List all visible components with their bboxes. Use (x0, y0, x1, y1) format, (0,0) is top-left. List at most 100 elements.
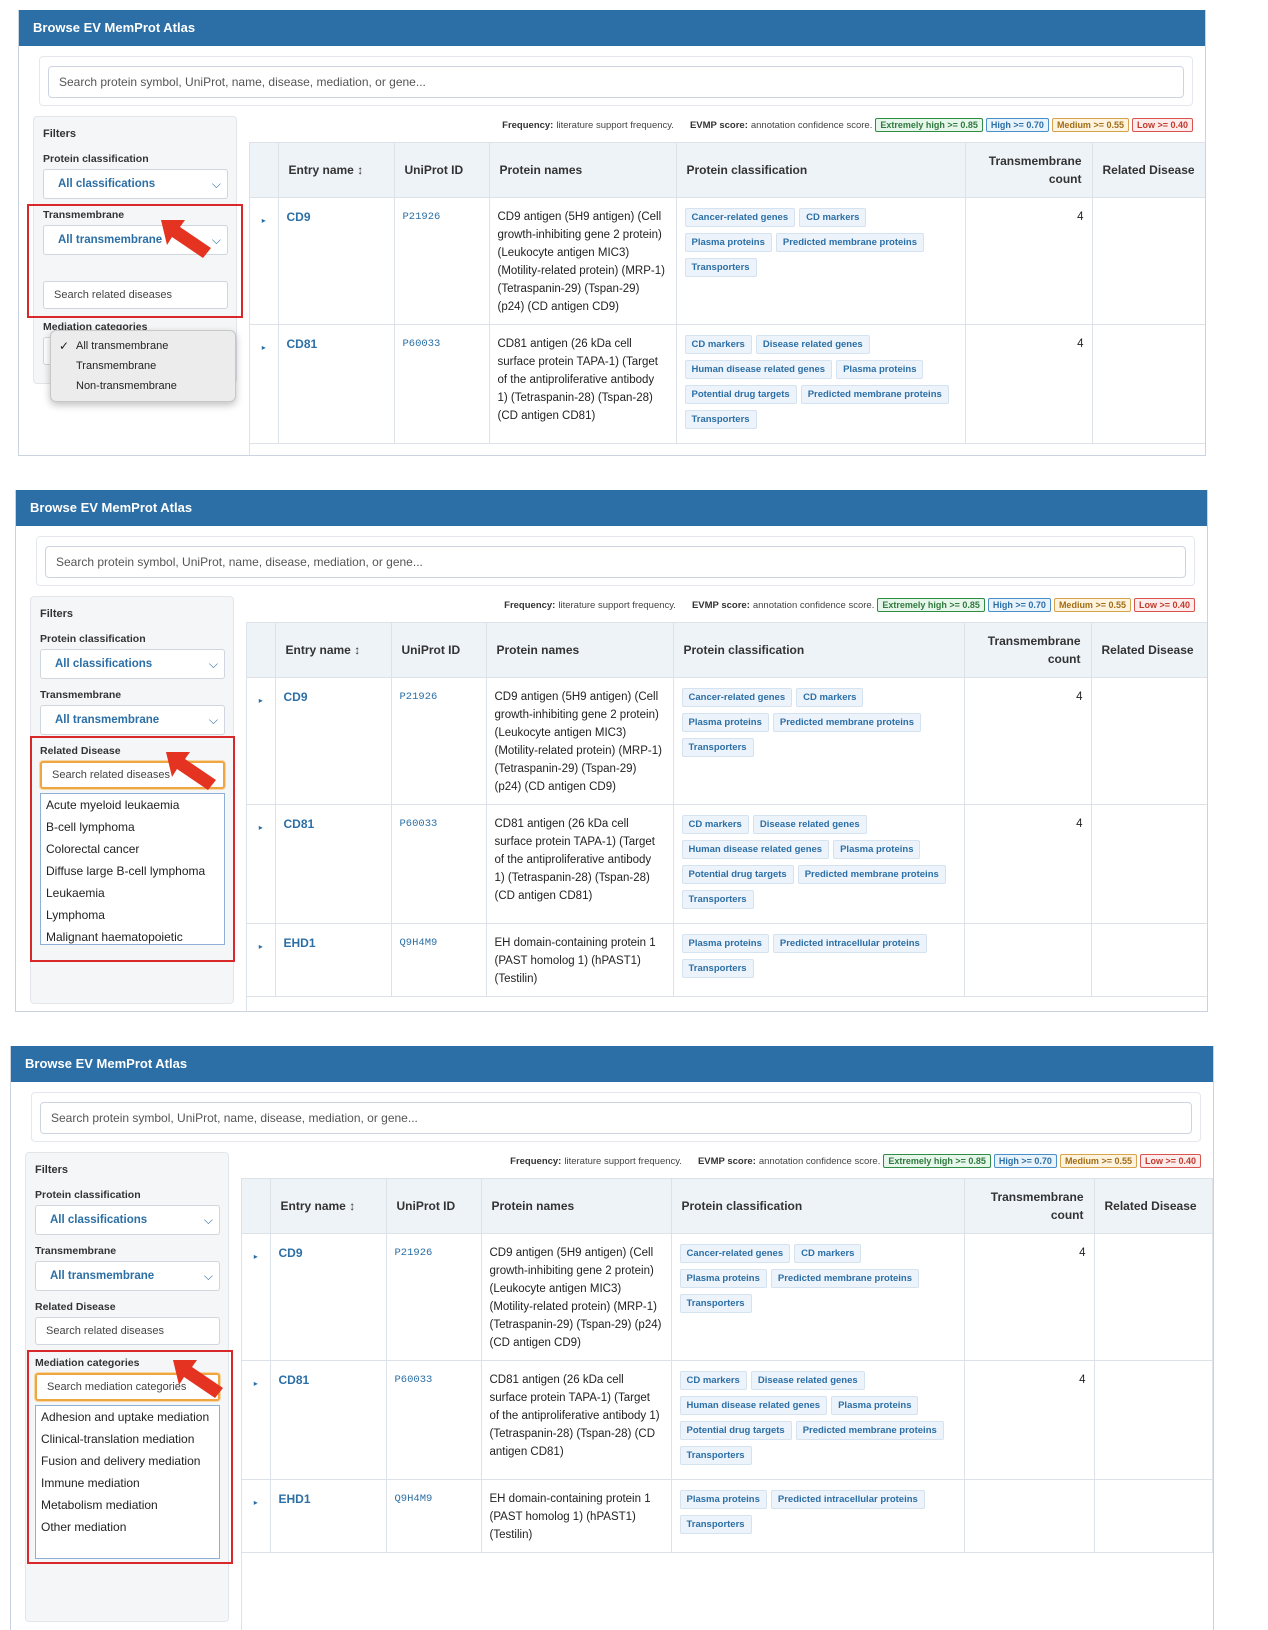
classification-tag[interactable]: Potential drug targets (681, 864, 794, 884)
uniprot-id-link[interactable]: Q9H4M9 (386, 1479, 482, 1553)
classification-tag[interactable]: Plasma proteins (684, 232, 772, 252)
entry-name-link[interactable]: CD81 (278, 324, 395, 444)
uniprot-id-link[interactable]: P21926 (391, 677, 487, 805)
classification-tag[interactable]: Predicted intracellular proteins (772, 933, 927, 953)
classification-tag[interactable]: Transporters (684, 257, 757, 277)
col-uniprot-id: UniProt ID (394, 143, 490, 198)
table-row[interactable]: ▸ EHD1 Q9H4M9 EH domain-containing protein … (242, 1479, 1213, 1553)
classification-tag[interactable]: Plasma proteins (679, 1489, 767, 1509)
entry-name-link[interactable]: CD9 (278, 197, 395, 325)
classification-tag[interactable]: Human disease related genes (679, 1395, 828, 1415)
protein-table: Entry name ↕ UniProt ID Protein names Pr… (250, 143, 1205, 444)
classification-tag[interactable]: Cancer-related genes (679, 1243, 791, 1263)
uniprot-id-link[interactable]: P60033 (386, 1360, 482, 1480)
transmembrane-option-all[interactable]: ✓ All transmembrane (51, 336, 235, 356)
classification-tag[interactable]: Disease related genes (752, 814, 867, 834)
classification-tag[interactable]: Cancer-related genes (681, 687, 793, 707)
classification-tag[interactable]: CD markers (684, 334, 752, 354)
table-row[interactable]: ▸ CD81 P60033 CD81 antigen (26 kDa cell sur… (250, 324, 1205, 444)
entry-name-link[interactable]: EHD1 (275, 923, 392, 997)
expand-caret-icon[interactable]: ▸ (242, 1479, 271, 1553)
expand-caret-icon[interactable]: ▸ (247, 804, 276, 924)
entry-name-link[interactable]: CD81 (270, 1360, 387, 1480)
uniprot-id-link[interactable]: P21926 (394, 197, 490, 325)
entry-name-link[interactable]: CD9 (275, 677, 392, 805)
protein-classification-select[interactable]: All classifications ⌵ (35, 1205, 220, 1235)
protein-classification-cell: Cancer-related genes CD markers Plasma pro… (676, 197, 966, 325)
global-search-input[interactable] (45, 546, 1186, 578)
table-row[interactable]: ▸ CD81 P60033 CD81 antigen (26 kDa cell sur… (247, 804, 1207, 924)
classification-tag[interactable]: Predicted membrane proteins (800, 384, 949, 404)
classification-tag[interactable]: Transporters (679, 1293, 752, 1313)
classification-tag[interactable]: Transporters (681, 889, 754, 909)
classification-tag[interactable]: CD markers (681, 814, 749, 834)
classification-tag[interactable]: Transporters (681, 737, 754, 757)
col-entry-name[interactable]: Entry name ↕ (270, 1179, 387, 1234)
classification-tag[interactable]: CD markers (679, 1370, 747, 1390)
classification-tag[interactable]: Human disease related genes (681, 839, 830, 859)
evmp-legend-text: annotation confidence score. (750, 119, 873, 131)
classification-tag[interactable]: Predicted membrane proteins (775, 232, 924, 252)
classification-tag[interactable]: Predicted intracellular proteins (770, 1489, 925, 1509)
classification-tag[interactable]: Plasma proteins (681, 933, 769, 953)
expand-caret-icon[interactable]: ▸ (250, 197, 279, 325)
classification-tag[interactable]: Disease related genes (750, 1370, 865, 1390)
classification-tag[interactable]: Transporters (679, 1514, 752, 1534)
global-search-input[interactable] (48, 66, 1184, 98)
classification-tag[interactable]: Predicted membrane proteins (795, 1420, 944, 1440)
expand-caret-icon[interactable]: ▸ (242, 1360, 271, 1480)
classification-tag[interactable]: Cancer-related genes (684, 207, 796, 227)
classification-tag[interactable]: Plasma proteins (833, 839, 921, 859)
protein-table-wrap: Entry name ↕ UniProt ID Protein names Pr… (246, 622, 1207, 1011)
transmembrane-count-cell: 4 (964, 1233, 1095, 1361)
expand-caret-icon[interactable]: ▸ (242, 1233, 271, 1361)
badge-extremely-high: Extremely high >= 0.85 (883, 1154, 991, 1168)
classification-tag[interactable]: CD markers (794, 1243, 862, 1263)
classification-tag[interactable]: Plasma proteins (681, 712, 769, 732)
transmembrane-select[interactable]: All transmembrane ⌵ (40, 705, 225, 735)
transmembrane-option-non[interactable]: Non-transmembrane (51, 376, 235, 396)
uniprot-id-link[interactable]: P60033 (391, 804, 487, 924)
protein-names-cell: CD81 antigen (26 kDa cell surface protei… (486, 804, 674, 924)
global-search-input[interactable] (40, 1102, 1192, 1134)
classification-tag[interactable]: Transporters (684, 409, 757, 429)
classification-tag[interactable]: Human disease related genes (684, 359, 833, 379)
uniprot-id-link[interactable]: Q9H4M9 (391, 923, 487, 997)
classification-tag[interactable]: Predicted membrane proteins (770, 1268, 919, 1288)
table-row[interactable]: ▸ CD9 P21926 CD9 antigen (5H9 antigen) (Cel… (242, 1233, 1213, 1361)
classification-tag[interactable]: Disease related genes (755, 334, 870, 354)
table-row[interactable]: ▸ CD81 P60033 CD81 antigen (26 kDa cell sur… (242, 1360, 1213, 1480)
classification-tag[interactable]: Transporters (681, 958, 754, 978)
table-row[interactable]: ▸ CD9 P21926 CD9 antigen (5H9 antigen) (Cel… (247, 677, 1207, 805)
classification-tag[interactable]: CD markers (796, 687, 864, 707)
classification-tag[interactable]: Predicted membrane proteins (772, 712, 921, 732)
entry-name-link[interactable]: EHD1 (270, 1479, 387, 1553)
classification-tag[interactable]: Predicted membrane proteins (797, 864, 946, 884)
expand-caret-icon[interactable]: ▸ (247, 677, 276, 805)
table-row[interactable]: ▸ CD9 P21926 CD9 antigen (5H9 antigen) (Cel… (250, 197, 1205, 325)
classification-tag[interactable]: Plasma proteins (836, 359, 924, 379)
col-entry-name[interactable]: Entry name ↕ (275, 623, 392, 678)
expand-caret-icon[interactable]: ▸ (247, 923, 276, 997)
classification-tag[interactable]: Potential drug targets (679, 1420, 792, 1440)
classification-tag[interactable]: CD markers (799, 207, 867, 227)
classification-tag[interactable]: Potential drug targets (684, 384, 797, 404)
uniprot-id-link[interactable]: P60033 (394, 324, 490, 444)
transmembrane-dropdown-menu: ✓ All transmembrane Transmembrane Non-tra… (50, 330, 236, 402)
global-search-wrap (39, 56, 1193, 106)
classification-tag[interactable]: Plasma proteins (679, 1268, 767, 1288)
col-entry-name[interactable]: Entry name ↕ (278, 143, 395, 198)
related-disease-input[interactable] (35, 1317, 220, 1345)
entry-name-link[interactable]: CD9 (270, 1233, 387, 1361)
table-row[interactable]: ▸ EHD1 Q9H4M9 EH domain-containing protein … (247, 923, 1207, 997)
uniprot-id-link[interactable]: P21926 (386, 1233, 482, 1361)
transmembrane-option-transmembrane[interactable]: Transmembrane (51, 356, 235, 376)
entry-name-link[interactable]: CD81 (275, 804, 392, 924)
classification-tag[interactable]: Transporters (679, 1445, 752, 1465)
col-related-disease: Related Disease (1091, 623, 1207, 678)
expand-caret-icon[interactable]: ▸ (250, 324, 279, 444)
transmembrane-select[interactable]: All transmembrane ⌵ (35, 1261, 220, 1291)
protein-classification-select[interactable]: All classifications ⌵ (40, 649, 225, 679)
protein-classification-select[interactable]: All classifications ⌵ (43, 169, 228, 199)
classification-tag[interactable]: Plasma proteins (831, 1395, 919, 1415)
